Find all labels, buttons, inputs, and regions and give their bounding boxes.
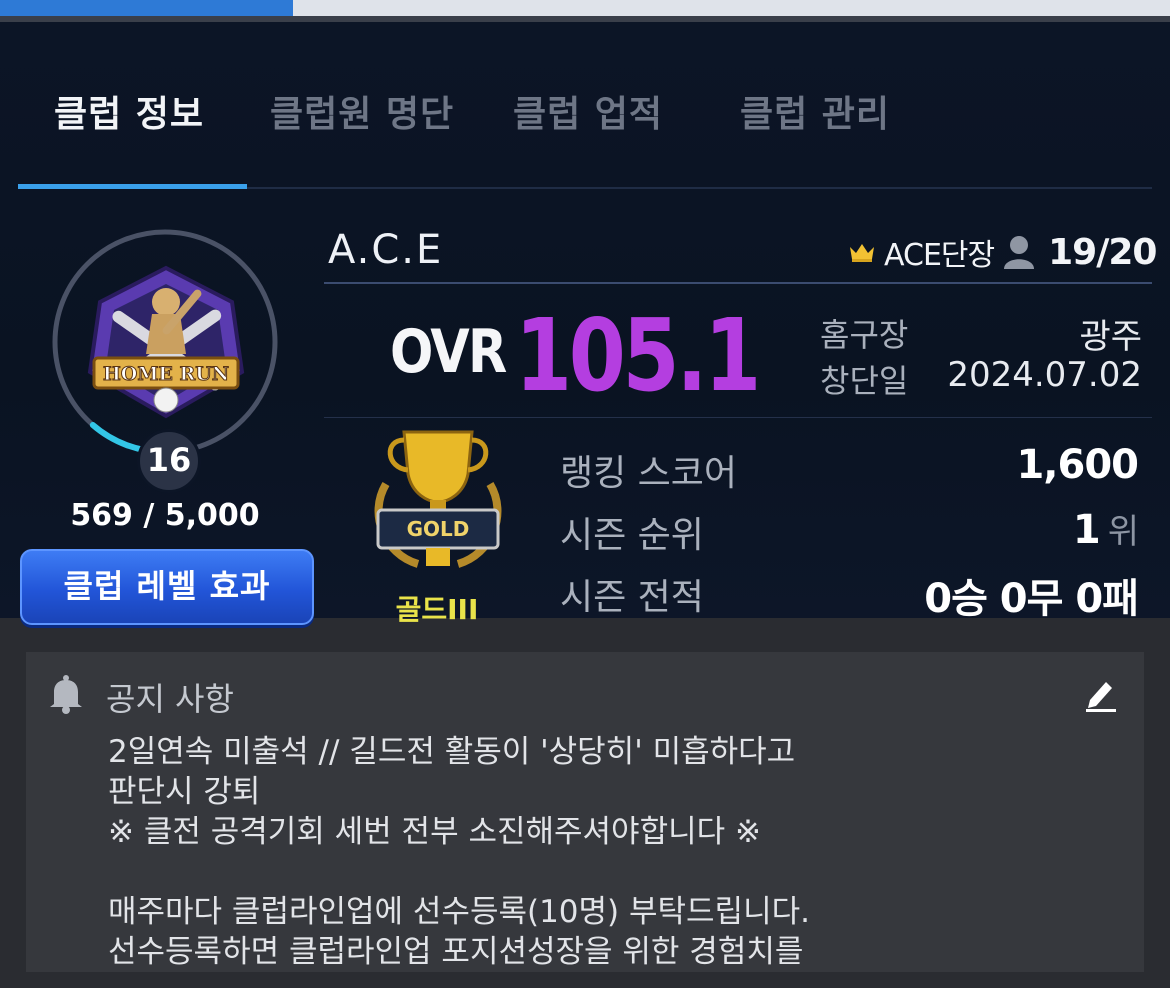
season-rank-label: 시즌 순위	[560, 515, 704, 556]
crown-icon	[850, 244, 874, 262]
founded-date-label: 창단일	[820, 362, 909, 400]
notice-panel: 공지 사항 2일연속 미출석 // 길드전 활동이 '상당히' 미흡하다고 판단…	[26, 652, 1144, 972]
edit-icon[interactable]	[1084, 676, 1118, 712]
mid-divider	[324, 417, 1152, 418]
club-member-count: 19/20	[1048, 231, 1157, 273]
club-level-badge: 16	[137, 429, 201, 493]
season-record-label: 시즌 전적	[560, 577, 704, 618]
tab-club-manage[interactable]: 클럽 관리	[740, 85, 890, 137]
tier-badge-text: GOLD	[407, 517, 470, 541]
notice-body: 2일연속 미출석 // 길드전 활동이 '상당히' 미흡하다고 판단시 강퇴 ※…	[108, 734, 810, 970]
ovr-label: OVR	[390, 317, 507, 387]
tab-achievements[interactable]: 클럽 업적	[513, 85, 663, 137]
club-name: A.C.E	[328, 227, 444, 273]
person-icon	[1004, 236, 1035, 269]
tab-bar: 클럽 정보 클럽원 명단 클럽 업적 클럽 관리	[18, 77, 1152, 189]
emblem-text: HOME RUN	[103, 363, 229, 385]
season-record-value: 0승 0무 0패	[924, 576, 1139, 622]
bell-icon	[50, 675, 82, 714]
ranking-score-value: 1,600	[1016, 442, 1139, 488]
season-rank: 1위	[1072, 504, 1139, 553]
tab-member-list[interactable]: 클럽원 명단	[270, 85, 454, 137]
ovr-value: 105.1	[515, 297, 761, 414]
club-emblem: HOME RUN	[87, 265, 245, 419]
gold-tier-trophy-icon: GOLD	[374, 430, 502, 568]
tab-club-info[interactable]: 클럽 정보	[54, 85, 204, 137]
notice-title: 공지 사항	[106, 680, 234, 718]
club-xp-text: 569 / 5,000	[70, 498, 260, 533]
season-rank-unit: 위	[1107, 512, 1139, 552]
active-tab-indicator	[18, 184, 247, 189]
club-level-effect-button[interactable]: 클럽 레벨 효과	[20, 549, 314, 625]
club-leader-name: ACE단장	[884, 238, 995, 273]
top-progress-fill	[0, 0, 293, 16]
name-divider	[324, 282, 1152, 284]
home-stadium-label: 홈구장	[820, 316, 909, 354]
club-leader-info: ACE단장 19/20	[848, 231, 1157, 273]
season-rank-value: 1	[1072, 507, 1101, 553]
ranking-score-label: 랭킹 스코어	[560, 453, 738, 494]
home-stadium-value: 광주	[1079, 317, 1142, 357]
club-info-panel: 클럽 정보 클럽원 명단 클럽 업적 클럽 관리 HOME RUN 16 569…	[0, 22, 1170, 626]
tier-name: 골드III	[395, 593, 479, 626]
founded-date-value: 2024.07.02	[947, 355, 1142, 395]
